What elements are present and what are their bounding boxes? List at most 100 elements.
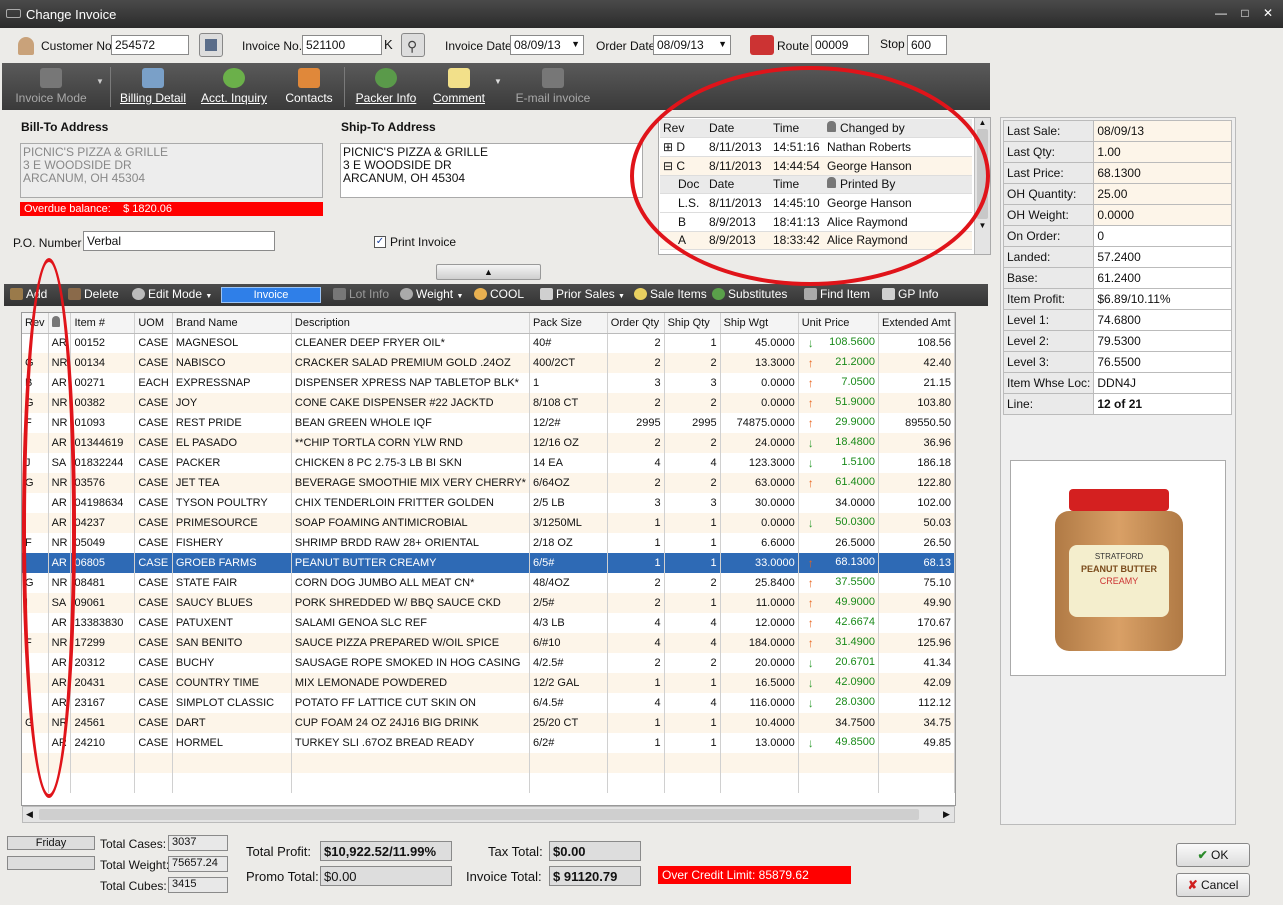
cell-ext[interactable]: 26.50 [878,533,955,553]
cell-desc[interactable]: SAUCE PIZZA PREPARED W/OIL SPICE [291,633,530,653]
route-field[interactable]: 00009 [811,35,869,55]
cell-brand[interactable]: PRIMESOURCE [172,513,292,533]
cell-item[interactable]: 09061 [70,593,136,613]
scroll-up-icon[interactable]: ▲ [975,118,990,127]
cell-wgt[interactable]: 30.0000 [720,493,799,513]
cell-brand[interactable]: REST PRIDE [172,413,292,433]
cell-item[interactable]: 01093 [70,413,136,433]
cell-desc[interactable]: SHRIMP BRDD RAW 28+ ORIENTAL [291,533,530,553]
cell-brand[interactable]: STATE FAIR [172,573,292,593]
cell-uom[interactable]: CASE [134,453,173,473]
empty-cell[interactable] [878,773,955,793]
cell-sq[interactable]: 3 [664,373,721,393]
cell-brand[interactable]: NABISCO [172,353,292,373]
cell-sq[interactable]: 2 [664,433,721,453]
cell-brand[interactable]: JOY [172,393,292,413]
stop-field[interactable]: 600 [907,35,947,55]
table-row[interactable]: AR 13383830 CASE PATUXENT SALAMI GENOA SLC R… [22,613,955,633]
cell-item[interactable]: 01344619 [70,433,136,453]
cell-price[interactable]: ↓ 108.5600 [798,333,880,353]
cell-sq[interactable]: 4 [664,613,721,633]
cell-ext[interactable]: 42.09 [878,673,955,693]
table-row[interactable]: G NR 24561 CASE DART CUP FOAM 24 OZ 24J16 BIG… [22,713,955,733]
cell-oq[interactable]: 4 [607,613,665,633]
cell-desc[interactable]: SOAP FOAMING ANTIMICROBIAL [291,513,530,533]
cell-sq[interactable]: 2 [664,653,721,673]
cell-item[interactable]: 00134 [70,353,136,373]
empty-row[interactable] [22,753,955,773]
table-row[interactable]: AR 24210 CASE HORMEL TURKEY SLI .67OZ BREAD … [22,733,955,753]
lot-info-button[interactable]: Lot Info [333,287,389,301]
collapse-header-button[interactable]: ▲ [436,264,541,280]
cell-ext[interactable]: 42.40 [878,353,955,373]
cell-sq[interactable]: 2 [664,393,721,413]
cell-price[interactable]: 34.0000 [798,493,880,513]
cell-pack[interactable]: 6/4.5# [529,693,608,713]
cell-brand[interactable]: COUNTRY TIME [172,673,292,693]
table-row[interactable]: AR 04198634 CASE TYSON POULTRY CHIX TENDERLO… [22,493,955,513]
prior-sales-button[interactable]: Prior Sales ▼ [540,287,625,301]
cell-brand[interactable]: SIMPLOT CLASSIC [172,693,292,713]
cell-wgt[interactable]: 45.0000 [720,333,799,353]
cell-uom[interactable]: CASE [134,633,173,653]
ship-to-address[interactable]: PICNIC'S PIZZA & GRILLE 3 E WOODSIDE DR … [340,143,643,198]
table-row[interactable]: F NR 05049 CASE FISHERY SHRIMP BRDD RAW 28+ O… [22,533,955,553]
cell-sq[interactable]: 2 [664,573,721,593]
cell-uom[interactable]: CASE [134,653,173,673]
empty-row[interactable] [22,773,955,793]
cell-sq[interactable]: 4 [664,453,721,473]
cell-pack[interactable]: 48/4OZ [529,573,608,593]
cell-desc[interactable]: CLEANER DEEP FRYER OIL* [291,333,530,353]
empty-cell[interactable] [172,753,292,773]
empty-cell[interactable] [70,753,136,773]
acct-inquiry-button[interactable]: Acct. Inquiry [198,63,270,110]
cell-wgt[interactable]: 0.0000 [720,393,799,413]
cell-price[interactable]: ↑ 21.2000 [798,353,880,373]
cell-pack[interactable]: 6/5# [529,553,608,573]
cell-uom[interactable]: EACH [134,373,173,393]
cell-sq[interactable]: 2 [664,473,721,493]
cell-desc[interactable]: PORK SHREDDED W/ BBQ SAUCE CKD [291,593,530,613]
close-icon[interactable]: ✕ [1259,6,1277,20]
cell-oq[interactable]: 2 [607,573,665,593]
cell-oq[interactable]: 2 [607,353,665,373]
cell-wgt[interactable]: 63.0000 [720,473,799,493]
cell-pack[interactable]: 6/#10 [529,633,608,653]
cell-desc[interactable]: POTATO FF LATTICE CUT SKIN ON [291,693,530,713]
cell-pack[interactable]: 4/2.5# [529,653,608,673]
cell-ext[interactable]: 36.96 [878,433,955,453]
empty-cell[interactable] [172,773,292,793]
cell-sq[interactable]: 2 [664,353,721,373]
cell-price[interactable]: ↑ 68.1300 [798,553,880,573]
cell-oq[interactable]: 1 [607,513,665,533]
cell-price[interactable]: ↑ 61.4000 [798,473,880,493]
cell-wgt[interactable]: 74875.0000 [720,413,799,433]
cell-price[interactable]: ↓ 50.0300 [798,513,880,533]
cell-item[interactable]: 20431 [70,673,136,693]
chevron-down-icon[interactable]: ▼ [96,77,104,86]
cell-item[interactable]: 00152 [70,333,136,353]
cell-oq[interactable]: 2 [607,473,665,493]
cell-sq[interactable]: 1 [664,593,721,613]
cell-ext[interactable]: 186.18 [878,453,955,473]
cell-uom[interactable]: CASE [134,693,173,713]
cell-wgt[interactable]: 16.5000 [720,673,799,693]
cell-pack[interactable]: 12/2# [529,413,608,433]
cell-oq[interactable]: 1 [607,673,665,693]
cell-desc[interactable]: CHIX TENDERLOIN FRITTER GOLDEN [291,493,530,513]
cell-price[interactable]: ↑ 29.9000 [798,413,880,433]
col-order-qty[interactable]: Order Qty [607,313,665,334]
col-extended-amt[interactable]: Extended Amt [878,313,955,334]
cell-wgt[interactable]: 20.0000 [720,653,799,673]
cell-ext[interactable]: 108.56 [878,333,955,353]
table-row[interactable]: AR 20312 CASE BUCHY SAUSAGE ROPE SMOKED IN H… [22,653,955,673]
cell-ext[interactable]: 41.34 [878,653,955,673]
cell-price[interactable]: ↑ 31.4900 [798,633,880,653]
empty-cell[interactable] [664,773,721,793]
cell-ext[interactable]: 125.96 [878,633,955,653]
cell-uom[interactable]: CASE [134,673,173,693]
edit-mode-button[interactable]: Edit Mode ▼ [132,287,212,301]
cell-uom[interactable]: CASE [134,393,173,413]
print-invoice-checkbox[interactable]: ✓ [374,236,386,248]
cell-price[interactable]: ↓ 1.5100 [798,453,880,473]
